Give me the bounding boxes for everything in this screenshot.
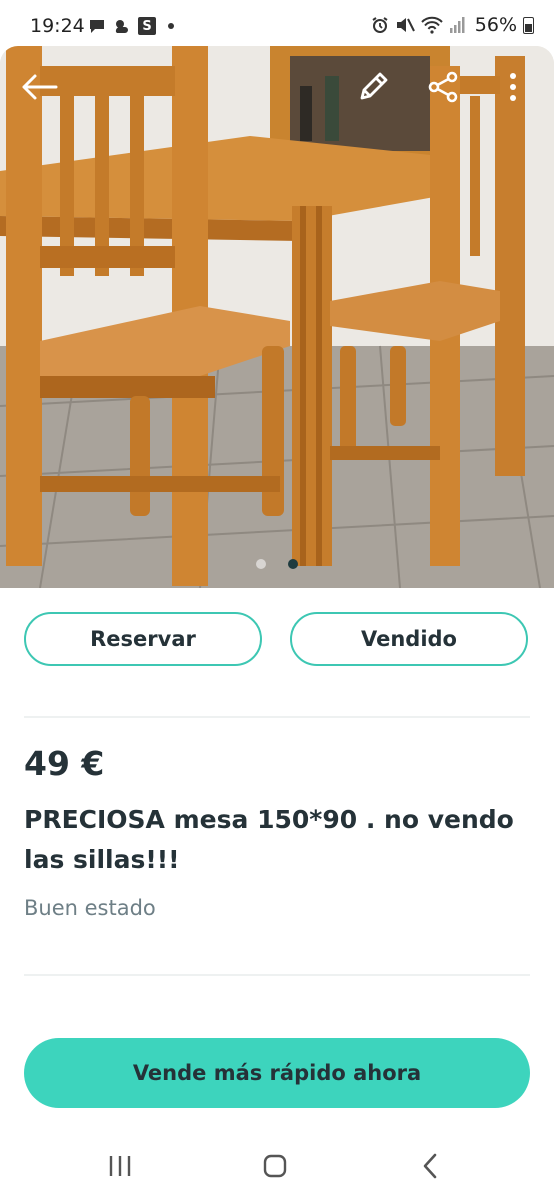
edit-button[interactable] — [352, 66, 394, 108]
sell-faster-button[interactable]: Vende más rápido ahora — [24, 1038, 530, 1108]
listing-condition: Buen estado — [24, 896, 156, 920]
home-button[interactable] — [255, 1150, 295, 1182]
alarm-icon — [372, 17, 388, 33]
listing-title: PRECIOSA mesa 150*90 . no vendo las sill… — [24, 805, 514, 874]
edit-pencil-icon — [360, 72, 388, 100]
back-button[interactable] — [18, 66, 60, 108]
home-icon — [263, 1154, 287, 1178]
back-icon — [423, 1153, 437, 1179]
share-button[interactable] — [422, 66, 464, 108]
s-app-icon: S — [138, 17, 156, 35]
recent-apps-button[interactable] — [100, 1150, 140, 1182]
signal-icon — [449, 17, 465, 33]
more-vertical-icon — [510, 73, 516, 101]
system-nav-bar — [0, 1130, 554, 1200]
sold-button[interactable]: Vendido — [290, 612, 528, 666]
gallery-dot[interactable] — [256, 559, 266, 569]
reserve-button[interactable]: Reservar — [24, 612, 262, 666]
status-time: 19:24 — [30, 15, 85, 37]
divider — [24, 716, 530, 718]
status-right-icons: 56% — [371, 14, 534, 36]
listing-price: 49 € — [24, 744, 105, 783]
gallery-dot-active[interactable] — [288, 559, 298, 569]
notification-dot — [168, 23, 174, 29]
back-arrow-icon — [22, 74, 58, 100]
status-bar: 19:24 S 56% — [0, 0, 554, 46]
divider — [24, 974, 530, 976]
wifi-icon — [421, 16, 443, 34]
gallery-pagination — [256, 559, 298, 569]
mute-icon — [396, 18, 415, 32]
more-options-button[interactable] — [492, 66, 534, 108]
share-icon — [428, 71, 458, 103]
listing-photo — [0, 46, 554, 588]
system-back-button[interactable] — [410, 1150, 450, 1182]
battery-icon — [523, 16, 534, 34]
weather-icon — [115, 20, 128, 33]
recent-apps-icon — [109, 1156, 131, 1176]
battery-percent: 56% — [474, 14, 517, 36]
chat-icon — [90, 20, 104, 33]
listing-photo-gallery[interactable] — [0, 46, 554, 588]
status-left-icons: S — [88, 16, 174, 36]
